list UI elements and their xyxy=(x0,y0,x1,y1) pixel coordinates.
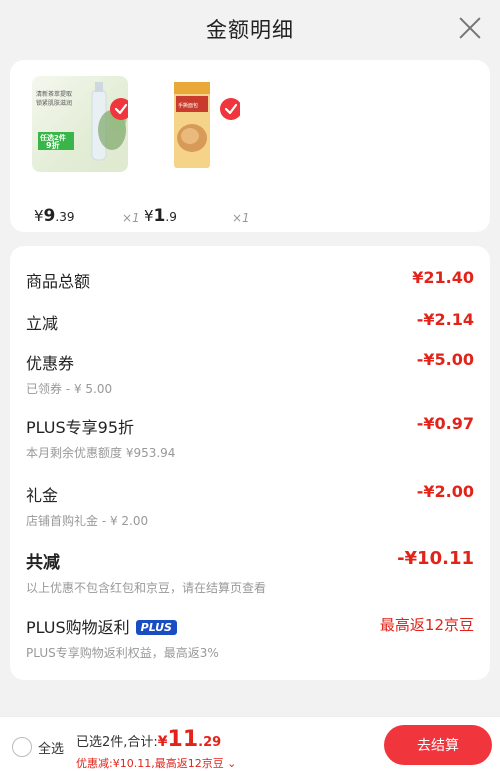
header: 金额明细 xyxy=(0,0,500,58)
selected-summary: 已选2件,合计:¥11.29 xyxy=(76,727,221,752)
goods-total-label: 商品总额 xyxy=(26,272,91,291)
discount-summary-toggle[interactable]: 优惠减:¥10.11,最高返12京豆 ⌄ xyxy=(76,755,236,771)
total-discount-row: 共减 以上优惠不包含红包和京豆，请在结算页查看 -¥10.11 xyxy=(26,548,474,596)
select-all-label[interactable]: 全选 xyxy=(38,738,64,757)
product-image: 手撕面包 xyxy=(144,76,240,172)
total-discount-note: 以上优惠不包含红包和京豆，请在结算页查看 xyxy=(26,581,267,595)
plus-discount-sub: 本月剩余优惠额度 ¥953.94 xyxy=(26,446,176,460)
gift-row: 礼金 店铺首购礼金 - ¥ 2.00 -¥2.00 xyxy=(26,482,474,529)
coupon-value: -¥5.00 xyxy=(416,350,474,369)
selected-products-card: 清新茶萃提取 锁紧肌肤滋润 任选2件 9折 ¥9.39 ×1 手撕面包 ¥1.9… xyxy=(10,60,490,232)
checkout-button[interactable]: 去结算 xyxy=(384,725,492,765)
product-price: ¥1.9 xyxy=(144,206,177,226)
gift-sub: 店铺首购礼金 - ¥ 2.00 xyxy=(26,514,149,528)
plus-badge: PLUS xyxy=(135,620,177,635)
goods-total-value: ¥21.40 xyxy=(412,268,474,287)
close-icon[interactable] xyxy=(458,16,482,40)
product-quantity: ×1 xyxy=(122,211,140,225)
goods-total-row: 商品总额 ¥21.40 xyxy=(26,268,474,292)
amount-detail-card: 商品总额 ¥21.40 立减 -¥2.14 优惠券 已领券 - ¥ 5.00 -… xyxy=(10,246,490,680)
coupon-label: 优惠券 xyxy=(26,354,75,373)
plus-rebate-row: PLUS购物返利 PLUS PLUS专享购物返利权益，最高返3% 最高返12京豆 xyxy=(26,614,474,661)
product-item[interactable]: 手撕面包 ¥1.9 ×1 xyxy=(144,76,250,226)
product-image-art: 手撕面包 xyxy=(174,82,210,168)
product-image-text: 锁紧肌肤滋润 xyxy=(36,99,72,107)
selected-summary-text: 已选2件,合计: xyxy=(76,735,158,750)
coupon-sub: 已领券 - ¥ 5.00 xyxy=(26,382,113,396)
product-image-text: 9折 xyxy=(46,140,60,150)
plus-discount-label: PLUS专享95折 xyxy=(26,418,134,437)
plus-rebate-sub: PLUS专享购物返利权益，最高返3% xyxy=(26,646,219,660)
gift-value: -¥2.00 xyxy=(416,482,474,501)
total-amount-dec: .29 xyxy=(198,735,222,750)
instant-discount-label: 立减 xyxy=(26,314,59,333)
product-image-text: 手撕面包 xyxy=(178,102,198,109)
checkout-bar: 全选 已选2件,合计:¥11.29 优惠减:¥10.11,最高返12京豆 ⌄ 去… xyxy=(0,716,500,771)
checkmark-icon[interactable] xyxy=(220,98,240,120)
total-currency: ¥ xyxy=(157,734,168,750)
plus-discount-value: -¥0.97 xyxy=(416,414,474,433)
checkmark-icon[interactable] xyxy=(110,98,128,120)
instant-discount-row: 立减 -¥2.14 xyxy=(26,310,474,334)
coupon-row: 优惠券 已领券 - ¥ 5.00 -¥5.00 xyxy=(26,350,474,397)
product-image: 清新茶萃提取 锁紧肌肤滋润 任选2件 9折 xyxy=(32,76,128,172)
plus-discount-row: PLUS专享95折 本月剩余优惠额度 ¥953.94 -¥0.97 xyxy=(26,414,474,461)
product-item[interactable]: 清新茶萃提取 锁紧肌肤滋润 任选2件 9折 ¥9.39 ×1 xyxy=(32,76,140,226)
plus-rebate-label: PLUS购物返利 xyxy=(26,618,130,637)
select-all-radio[interactable] xyxy=(12,737,32,757)
total-amount-int: 11 xyxy=(167,727,199,752)
total-discount-value: -¥10.11 xyxy=(397,548,474,569)
product-quantity: ×1 xyxy=(232,211,250,225)
instant-discount-value: -¥2.14 xyxy=(416,310,474,329)
gift-label: 礼金 xyxy=(26,486,59,505)
product-image-art: 清新茶萃提取 锁紧肌肤滋润 任选2件 9折 xyxy=(36,82,127,161)
plus-rebate-value: 最高返12京豆 xyxy=(379,616,474,634)
page-title: 金额明细 xyxy=(206,18,294,42)
product-price: ¥9.39 xyxy=(34,206,75,226)
product-image-text: 清新茶萃提取 xyxy=(36,90,72,98)
